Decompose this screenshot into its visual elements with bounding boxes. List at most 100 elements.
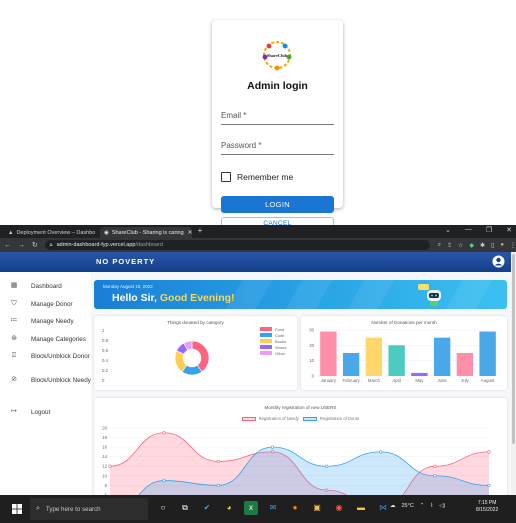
extension-icons: ⌕ ⇪ ☆ ◆ ✱ ▯ ● ⋮ — [438, 242, 516, 249]
scrollbar-thumb[interactable] — [512, 254, 515, 444]
network-icon[interactable]: ⌇ — [430, 503, 433, 509]
page-scrollbar[interactable] — [511, 252, 516, 516]
legend-swatch — [260, 327, 272, 331]
tab-label: ShareClub - Sharing is caring — [111, 229, 184, 236]
sidebar-item-dashboard[interactable]: ▦ Dashboard — [10, 282, 91, 291]
browser-window: ▲ Deployment Overview – Dashbo ✕ ◉ Share… — [0, 225, 516, 523]
chrome-icon[interactable]: ◕ — [222, 501, 236, 515]
x-tick-label: July — [461, 378, 469, 383]
calendar-icon[interactable]: ▣ — [310, 501, 324, 515]
cortana-icon[interactable]: ○ — [156, 501, 170, 515]
greeting-prefix: Hello Sir, — [112, 292, 160, 304]
maximize-icon[interactable]: ❐ — [486, 226, 492, 234]
donations-bar-chart: 0 10 20 30 January February March April May June J… — [309, 328, 499, 383]
close-icon[interactable]: ✕ — [184, 230, 192, 236]
legend-item[interactable]: Other — [260, 350, 286, 356]
legend-label: Books — [275, 338, 287, 344]
x-tick-label: May — [415, 378, 424, 383]
reload-icon[interactable]: ↻ — [29, 241, 41, 249]
profile-icon[interactable]: ● — [500, 242, 504, 248]
puzzle-icon[interactable]: ✱ — [480, 242, 485, 249]
sidebar-item-manage-categories[interactable]: ⊛ Manage Categories — [10, 335, 91, 344]
sidebar-item-label: Block/Unblock Needy — [31, 377, 91, 384]
tab-deployment[interactable]: ▲ Deployment Overview – Dashbo ✕ — [4, 227, 100, 238]
chevron-up-icon[interactable]: ⌃ — [420, 503, 425, 509]
legend-swatch — [260, 339, 272, 343]
share-icon[interactable]: ⇪ — [447, 242, 452, 249]
vscode-icon[interactable]: ⋈ — [376, 501, 390, 515]
data-point — [487, 483, 491, 487]
sidebar-icon[interactable]: ▯ — [491, 242, 494, 249]
star-icon[interactable]: ☆ — [458, 242, 463, 249]
account-icon[interactable] — [492, 255, 505, 268]
sidebar-item-label: Manage Donor — [31, 301, 73, 308]
url-field[interactable]: 🔒︎ admin-dashboard-fyp.vercel.app/dashbo… — [44, 240, 430, 250]
weather-icon[interactable]: ☁ — [390, 503, 396, 509]
app-bar: NO POVERTY — [0, 252, 516, 272]
sidebar-item-block-donor[interactable]: ⍐ Block/Unblock Donor — [10, 352, 91, 361]
media-icon[interactable]: ◉ — [332, 501, 346, 515]
chevron-down-icon[interactable]: ⌄ — [445, 226, 451, 234]
mail-icon[interactable]: ✉ — [266, 501, 280, 515]
menu-icon[interactable]: ⋮ — [510, 242, 516, 249]
volume-icon[interactable]: ◁) — [439, 503, 445, 509]
sidebar-item-logout[interactable]: ↦ Logout — [10, 408, 91, 417]
legend-swatch — [260, 351, 272, 355]
weather-temp: 25°C — [401, 503, 414, 509]
close-icon[interactable]: ✕ — [506, 226, 512, 234]
tab-shareclub[interactable]: ◉ ShareClub - Sharing is caring ✕ — [100, 227, 192, 238]
bar — [388, 345, 405, 376]
sidebar-item-manage-needy[interactable]: ≔ Manage Needy — [10, 317, 91, 326]
bar — [479, 331, 496, 376]
address-bar: ← → ↻ 🔒︎ admin-dashboard-fyp.vercel.app /… — [0, 238, 516, 252]
y-tick-label: 10 — [309, 358, 314, 363]
back-icon[interactable]: ← — [2, 242, 14, 249]
system-tray: ☁ 25°C ⌃ ⌇ ◁) — [390, 503, 445, 509]
y-tick-label: 20 — [102, 426, 107, 431]
firefox-icon[interactable]: ● — [288, 501, 302, 515]
sidebar-item-manage-donor[interactable]: ⛉ Manage Donor — [10, 300, 91, 309]
remember-checkbox[interactable] — [221, 172, 231, 182]
y-tick-label: 0.2 — [102, 368, 109, 373]
taskbar-clock[interactable]: 7:15 PM 8/15/2022 — [476, 500, 498, 514]
data-point — [433, 474, 437, 478]
data-point — [379, 450, 383, 454]
remember-me[interactable]: Remember me — [221, 172, 293, 182]
y-tick-label: 0.6 — [102, 348, 109, 353]
extension-icon[interactable]: ◆ — [469, 242, 474, 249]
y-tick-label: 1 — [102, 328, 105, 333]
password-field[interactable] — [221, 131, 334, 155]
url-host: admin-dashboard-fyp.vercel.app — [56, 242, 136, 248]
y-tick-label: 14 — [102, 454, 107, 459]
x-tick-label: April — [392, 378, 401, 383]
sidebar: ▦ Dashboard ⛉ Manage Donor ≔ Manage Need… — [0, 272, 91, 516]
clock-date: 8/15/2022 — [476, 507, 499, 513]
clock-time: 7:15 PM — [477, 500, 497, 506]
forward-icon[interactable]: → — [16, 242, 28, 249]
bar — [456, 353, 474, 376]
login-button[interactable]: LOGIN — [221, 196, 334, 213]
banner-date: Monday August 15, 2022 — [103, 284, 153, 289]
y-tick-label: 12 — [102, 464, 107, 469]
sidebar-item-label: Dashboard — [31, 283, 62, 290]
login-card: ShareClub Admin login Remember me LOGIN … — [212, 20, 343, 229]
vscode-blue-icon[interactable]: ✔ — [200, 501, 214, 515]
taskbar-search[interactable]: ⌕ Type here to search — [30, 498, 148, 520]
email-field[interactable] — [221, 101, 334, 125]
zoom-icon[interactable]: ⌕ — [438, 242, 441, 249]
y-tick-label: 30 — [309, 328, 314, 333]
sidebar-item-block-needy[interactable]: ⊘ Block/Unblock Needy — [10, 376, 91, 385]
windows-start-icon[interactable] — [12, 504, 22, 514]
data-point — [487, 450, 491, 454]
logo-text: ShareClub — [267, 53, 288, 58]
files-icon[interactable]: ▬ — [354, 501, 368, 515]
bar — [320, 331, 337, 376]
legend-label: Shoes — [275, 344, 287, 350]
tab-bar: ▲ Deployment Overview – Dashbo ✕ ◉ Share… — [0, 225, 516, 238]
excel-icon[interactable]: x — [244, 501, 258, 515]
logout-icon: ↦ — [11, 408, 17, 415]
task-view-icon[interactable]: ⧉ — [178, 501, 192, 515]
new-tab-icon[interactable]: + — [194, 226, 206, 237]
minimize-icon[interactable]: — — [465, 226, 472, 234]
data-point — [433, 464, 437, 468]
